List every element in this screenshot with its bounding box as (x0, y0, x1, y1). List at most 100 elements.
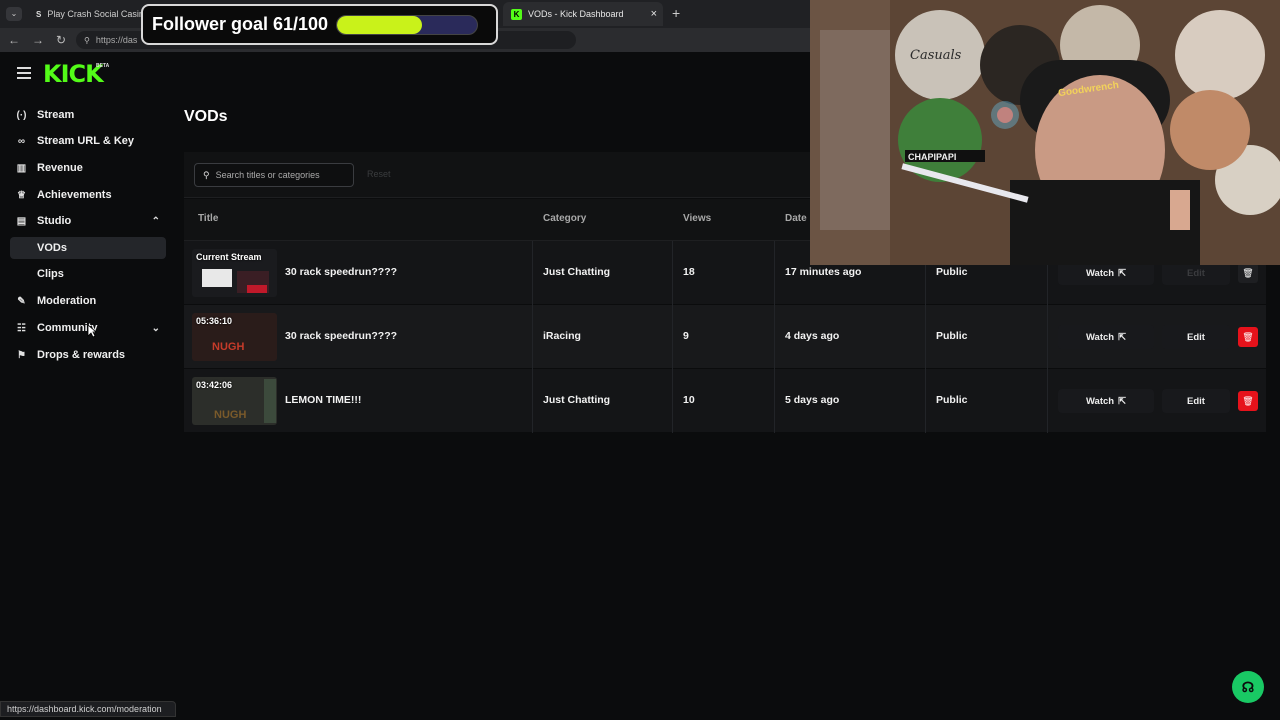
vod-visibility: Public (936, 394, 968, 406)
sidebar-item-label: VODs (37, 242, 67, 254)
follower-goal-text: Follower goal 61/100 (152, 14, 329, 34)
vod-views: 10 (683, 394, 695, 406)
external-link-icon: ⇱ (1118, 267, 1127, 279)
menu-icon[interactable] (17, 67, 31, 79)
mouse-cursor-icon (87, 324, 97, 338)
follower-goal-widget: Follower goal 61/100 (141, 4, 498, 45)
vod-visibility: Public (936, 330, 968, 342)
watch-button[interactable]: Watch ⇱ (1058, 325, 1154, 349)
follower-goal-fill (337, 15, 423, 34)
edit-button[interactable]: Edit (1162, 389, 1230, 413)
sidebar-item-vods[interactable]: VODs (10, 237, 166, 259)
tab-list-chevron-icon[interactable]: ⌄ (6, 7, 22, 21)
column-divider (774, 241, 775, 433)
sidebar-item-achievements[interactable]: ♕ Achievements (10, 184, 166, 206)
site-info-icon[interactable]: ⚲ (84, 36, 90, 45)
sidebar-item-label: Moderation (37, 295, 97, 307)
delete-button[interactable]: 🗑 (1238, 327, 1258, 347)
sidebar-item-label: Stream URL & Key (37, 135, 134, 147)
reset-button[interactable]: Reset (367, 169, 391, 179)
sidebar-item-clips[interactable]: Clips (10, 263, 166, 285)
thumbnail-sidebar (264, 379, 276, 423)
link-icon: ∞ (17, 135, 26, 147)
sidebar-item-label: Achievements (37, 189, 112, 201)
sidebar-item-drops-rewards[interactable]: ⚑ Drops & rewards (10, 344, 166, 366)
thumbnail-art: NUGH (212, 341, 245, 353)
kick-favicon-icon: K (511, 8, 522, 20)
vod-category: Just Chatting (543, 266, 611, 278)
thumbnail-screen (202, 269, 232, 287)
thumbnail-badge: 03:42:06 (196, 380, 233, 390)
external-link-icon: ⇱ (1118, 395, 1127, 407)
browser-tab-vods[interactable]: K VODs - Kick Dashboard × (503, 2, 663, 26)
external-link-icon: ⇱ (1118, 331, 1127, 343)
signal-icon: (·) (16, 109, 27, 121)
wrench-icon: ✎ (17, 295, 26, 307)
sidebar-item-label: Drops & rewards (37, 349, 126, 361)
studio-icon: ▤ (16, 215, 27, 227)
column-header-title[interactable]: Title (198, 213, 218, 224)
vod-thumbnail[interactable]: Current Stream (192, 249, 277, 297)
search-input[interactable]: ⚲ Search titles or categories (194, 163, 354, 187)
column-header-date[interactable]: Date (785, 213, 807, 224)
watch-button[interactable]: Watch ⇱ (1058, 389, 1154, 413)
page-title: VODs (184, 108, 228, 125)
vod-date: 5 days ago (785, 394, 840, 406)
reload-icon[interactable]: ↻ (56, 33, 66, 47)
sidebar-item-label: Clips (37, 268, 64, 280)
sidebar-item-stream[interactable]: (·) Stream (10, 104, 166, 126)
trash-icon: 🗑 (1242, 331, 1254, 342)
delete-button[interactable]: 🗑 (1238, 391, 1258, 411)
sidebar-item-studio[interactable]: ▤ Studio ⌃ (10, 210, 166, 232)
watch-label: Watch (1085, 395, 1115, 407)
link-preview-status: https://dashboard.kick.com/moderation (0, 701, 176, 717)
column-divider (532, 241, 533, 433)
gift-icon: ⚑ (17, 349, 26, 361)
edit-label: Edit (1187, 267, 1205, 279)
search-icon: ⚲ (203, 169, 210, 180)
vod-visibility: Public (936, 266, 968, 278)
vod-title: 30 rack speedrun???? (285, 330, 398, 342)
close-tab-icon[interactable]: × (651, 8, 657, 20)
watch-label: Watch (1085, 267, 1115, 279)
edit-button[interactable]: Edit (1162, 325, 1230, 349)
browser-tab-casino[interactable]: S Play Crash Social Casino G (28, 2, 143, 26)
tab-title: Play Crash Social Casino G (47, 9, 143, 19)
casino-favicon-icon: S (36, 9, 42, 19)
sidebar-item-label: Studio (37, 215, 72, 227)
tab-title: VODs - Kick Dashboard (528, 9, 624, 19)
wall-sign-text: CHAPIPAPI (908, 152, 957, 162)
edit-label: Edit (1187, 395, 1205, 407)
sidebar-item-label: Revenue (37, 162, 83, 174)
trophy-icon: ♕ (17, 189, 26, 201)
kick-logo[interactable]: KICK (43, 60, 104, 88)
column-header-views[interactable]: Views (683, 213, 711, 224)
vod-views: 9 (683, 330, 689, 342)
edit-label: Edit (1187, 331, 1205, 343)
chevron-down-icon: ⌄ (151, 322, 160, 334)
chevron-up-icon: ⌃ (151, 215, 160, 227)
column-divider (672, 241, 673, 433)
support-chat-icon[interactable]: ☊ (1232, 671, 1264, 703)
delete-button[interactable]: 🗑 (1238, 263, 1258, 283)
url-text: https://das (95, 35, 138, 45)
vod-category: Just Chatting (543, 394, 611, 406)
vod-category: iRacing (543, 330, 581, 342)
trash-icon: 🗑 (1242, 267, 1254, 278)
new-tab-button[interactable]: + (672, 5, 680, 21)
vod-title: LEMON TIME!!! (285, 394, 362, 406)
search-placeholder: Search titles or categories (215, 170, 320, 180)
thumbnail-badge: Current Stream (196, 252, 262, 262)
back-arrow-icon[interactable]: ← (8, 33, 20, 47)
sidebar-item-revenue[interactable]: ▥ Revenue (10, 157, 166, 179)
column-divider (1047, 241, 1048, 433)
vod-title: 30 rack speedrun???? (285, 266, 398, 278)
column-header-category[interactable]: Category (543, 213, 586, 224)
forward-arrow-icon[interactable]: → (32, 33, 44, 47)
wall-plate-text: Casuals (910, 48, 962, 63)
sidebar-item-stream-url-key[interactable]: ∞ Stream URL & Key (10, 130, 166, 152)
vod-date: 17 minutes ago (785, 266, 862, 278)
vod-thumbnail[interactable]: NUGH 05:36:10 (192, 313, 277, 361)
vod-thumbnail[interactable]: NUGH 03:42:06 (192, 377, 277, 425)
sidebar-item-moderation[interactable]: ✎ Moderation (10, 290, 166, 312)
